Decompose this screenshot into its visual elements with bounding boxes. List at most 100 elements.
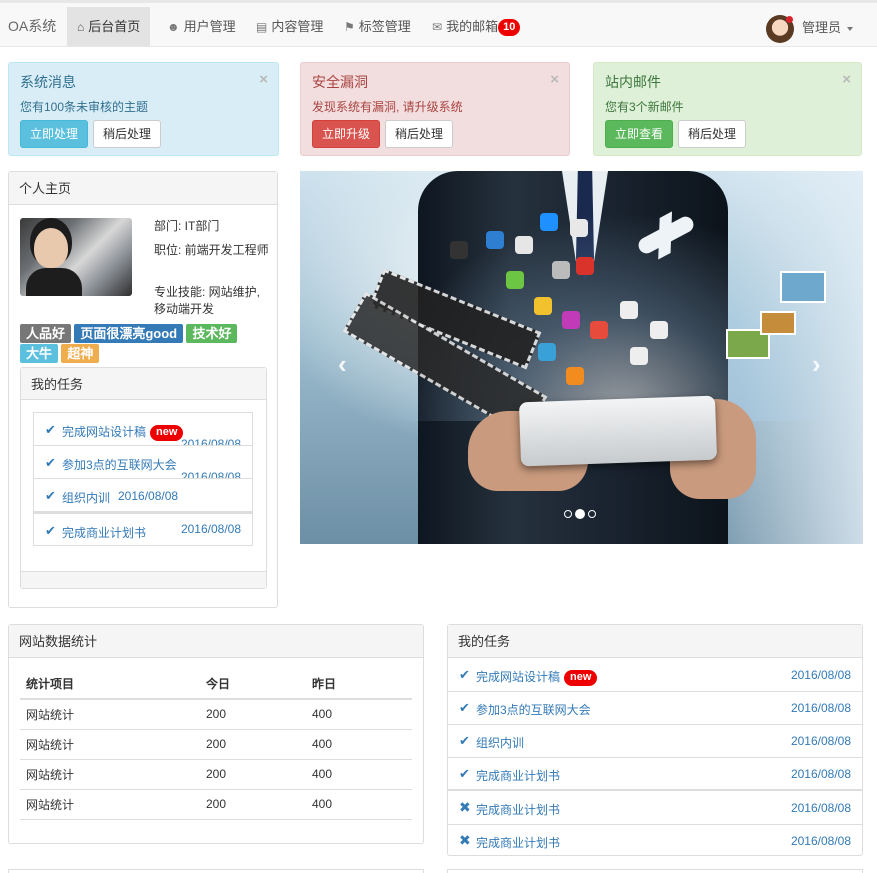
app-icon: [515, 236, 533, 254]
process-now-button[interactable]: 立即处理: [20, 120, 89, 148]
home-icon: ⌂: [77, 20, 85, 34]
nav-item-users[interactable]: ☻ 用户管理: [157, 7, 246, 46]
list-item[interactable]: ✔ 完成网站设计稿 new 2016/08/08: [33, 412, 253, 447]
table-cell: 400: [306, 759, 412, 790]
task-label: 完成商业计划书: [62, 526, 147, 540]
process-later-button[interactable]: 稍后处理: [678, 120, 747, 148]
check-icon: ✔: [45, 488, 56, 503]
table-cell: 400: [306, 699, 412, 730]
carousel-dot[interactable]: [588, 510, 596, 518]
list-item[interactable]: ✔ 完成网站设计稿 new 2016/08/08: [448, 658, 862, 692]
tablet-device: [518, 395, 718, 467]
panel-title: 我的任务: [448, 625, 862, 658]
tag: 页面很漂亮good: [74, 324, 184, 343]
app-icon: [450, 241, 468, 259]
table-cell: 200: [200, 759, 306, 790]
task-date: 2016/08/08: [790, 701, 851, 715]
alert-text: 您有3个新邮件: [605, 100, 684, 114]
check-icon: ✔: [45, 523, 56, 538]
image-carousel[interactable]: ‹ ›: [300, 171, 863, 544]
panel-title: 网站数据统计: [9, 625, 423, 658]
brand-logo[interactable]: OA系统: [8, 16, 56, 36]
alert-mail: × 站内邮件 您有3个新邮件 立即查看 稍后处理: [593, 62, 862, 156]
stats-table: 统计项目 今日 昨日 网站统计 200 400 网站统计 200 400 网站统…: [20, 669, 412, 820]
nav-item-dashboard[interactable]: ⌂ 后台首页: [67, 7, 151, 46]
list-item[interactable]: ✔ 组织内训 2016/08/08: [448, 724, 862, 758]
carousel-prev-icon[interactable]: ‹: [338, 349, 347, 380]
table-cell: 400: [306, 789, 412, 820]
tag: 技术好: [186, 324, 238, 343]
nav-item-tags[interactable]: ⚑ 标签管理: [334, 7, 421, 46]
table-cell: 200: [200, 729, 306, 760]
task-label: 完成商业计划书: [476, 803, 561, 817]
task-label: 参加3点的互联网大会: [476, 703, 591, 717]
list-item[interactable]: ✔ 参加3点的互联网大会 2016/08/08: [448, 691, 862, 725]
new-badge: new: [150, 425, 184, 441]
app-icon: [562, 311, 580, 329]
view-now-button[interactable]: 立即查看: [605, 120, 674, 148]
caret-down-icon: [847, 26, 853, 31]
list-item[interactable]: ✔ 完成商业计划书 2016/08/08: [33, 512, 253, 546]
app-icon: [534, 297, 552, 315]
close-icon[interactable]: ×: [259, 71, 268, 88]
task-date: 2016/08/08: [180, 522, 241, 536]
table-cell: 网站统计: [20, 789, 200, 820]
process-later-button[interactable]: 稍后处理: [93, 120, 162, 148]
avatar: [765, 14, 794, 43]
carousel-indicators: [564, 507, 599, 521]
alert-title: 安全漏洞: [312, 74, 368, 90]
task-label: 完成商业计划书: [476, 769, 561, 783]
task-date: 2016/08/08: [790, 668, 851, 682]
carousel-dot-active[interactable]: [575, 509, 585, 519]
check-icon: ✔: [45, 455, 56, 470]
alert-title: 站内邮件: [605, 74, 661, 90]
nav-item-label: 后台首页: [88, 19, 141, 34]
panel-title: 个人主页: [9, 172, 277, 205]
table-cell: 网站统计: [20, 759, 200, 790]
nav-item-content[interactable]: ▤ 内容管理: [246, 7, 333, 46]
list-item[interactable]: ✖ 完成商业计划书 2016/08/08: [448, 791, 862, 825]
profile-panel: 个人主页 部门: IT部门 职位: 前端开发工程师 专业技能: 网站维护, 移动…: [8, 171, 278, 608]
panel-title: 我的任务: [21, 368, 266, 400]
close-icon[interactable]: ×: [842, 71, 851, 88]
app-icon: [540, 213, 558, 231]
table-cell: 网站统计: [20, 699, 200, 730]
alert-system-message: × 系统消息 您有100条未审核的主题 立即处理 稍后处理: [8, 62, 279, 156]
list-item[interactable]: ✔ 完成商业计划书 2016/08/08: [448, 757, 862, 791]
site-stats-panel: 网站数据统计 统计项目 今日 昨日 网站统计 200 400 网站统计 200 …: [8, 624, 424, 844]
nav-item-label: 内容管理: [271, 19, 324, 34]
table-row: 网站统计 200 400: [20, 759, 412, 790]
photo-card: [780, 271, 826, 303]
task-label: 完成网站设计稿: [476, 670, 561, 684]
user-menu[interactable]: 管理员: [765, 13, 853, 43]
close-icon[interactable]: ×: [550, 71, 559, 88]
check-icon: ✔: [459, 700, 470, 715]
my-tasks-mini-panel: 我的任务 ✔ 完成网站设计稿 new 2016/08/08 ✔ 参加3点的互联网大…: [20, 367, 267, 589]
panel-edge: [8, 869, 424, 873]
list-item[interactable]: ✔ 参加3点的互联网大会 2016/08/08: [33, 445, 253, 480]
app-icon: [570, 219, 588, 237]
tags-icon: ⚑: [344, 20, 355, 34]
check-icon: ✔: [459, 733, 470, 748]
carousel-next-icon[interactable]: ›: [812, 349, 821, 380]
list-item[interactable]: ✔ 组织内训 2016/08/08: [33, 478, 253, 512]
process-later-button[interactable]: 稍后处理: [385, 120, 454, 148]
mail-count-badge: 10: [498, 19, 521, 36]
nav-item-label: 我的邮箱: [446, 19, 499, 34]
column-header: 统计项目: [20, 669, 200, 700]
list-item[interactable]: ✖ 完成商业计划书 2016/08/08: [448, 824, 862, 858]
tag: 超神: [61, 344, 100, 363]
tag-list: 人品好 页面很漂亮good 技术好 大牛 超神: [20, 324, 275, 364]
user-icon: ☻: [167, 20, 180, 34]
table-row: 网站统计 200 400: [20, 699, 412, 730]
task-date: 2016/08/08: [790, 834, 851, 848]
app-icon: [506, 271, 524, 289]
app-icon: [552, 261, 570, 279]
alert-security: × 安全漏洞 发现系统有漏洞, 请升级系统 立即升级 稍后处理: [300, 62, 570, 156]
upgrade-now-button[interactable]: 立即升级: [312, 120, 381, 148]
app-icon: [538, 343, 556, 361]
user-name: 管理员: [801, 20, 841, 35]
carousel-dot[interactable]: [564, 510, 572, 518]
nav-item-mailbox[interactable]: ✉ 我的邮箱 10: [422, 7, 530, 46]
photo-card: [760, 311, 796, 335]
